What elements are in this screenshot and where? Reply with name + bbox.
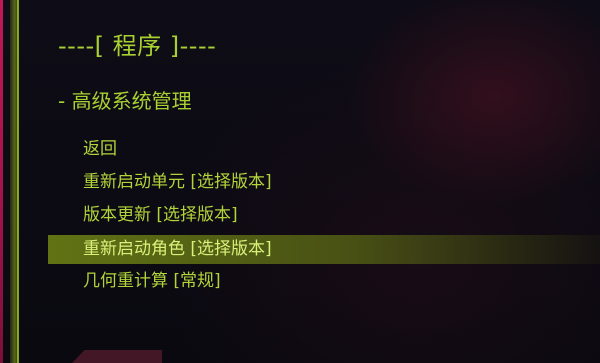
menu-item-restart-character[interactable]: 重新启动角色 [选择版本] xyxy=(48,235,600,264)
menu-item-geometry-recalc[interactable]: 几何重计算 [常规] xyxy=(0,266,600,299)
menu-item-restart-unit[interactable]: 重新启动单元 [选择版本] xyxy=(0,167,600,200)
page-title: ----[ 程序 ]---- xyxy=(58,32,217,60)
menu-list: 返回 重新启动单元 [选择版本] 版本更新 [选择版本] 重新启动角色 [选择版… xyxy=(0,134,600,299)
section-title: - 高级系统管理 xyxy=(58,89,192,113)
bottom-decoration xyxy=(72,350,162,363)
menu-item-back[interactable]: 返回 xyxy=(0,134,600,167)
game-menu-screen: ----[ 程序 ]---- - 高级系统管理 返回 重新启动单元 [选择版本]… xyxy=(0,0,600,363)
menu-item-version-update[interactable]: 版本更新 [选择版本] xyxy=(0,200,600,233)
